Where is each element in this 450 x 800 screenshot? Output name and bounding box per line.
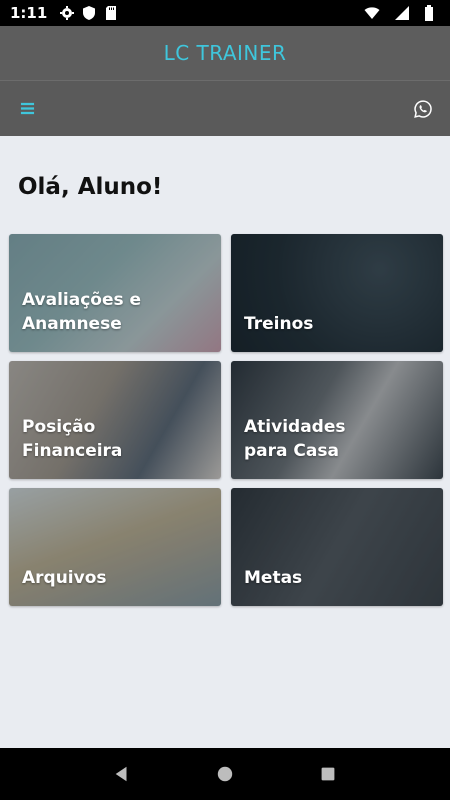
gear-icon — [59, 5, 75, 21]
app-bar: LC TRAINER — [0, 26, 450, 81]
main-content: Olá, Aluno! Avaliações e Anamnese Treino… — [0, 136, 450, 748]
card-label: Posição Financeira — [22, 417, 123, 461]
sd-card-icon — [103, 5, 119, 21]
toolbar — [0, 81, 450, 136]
recents-icon[interactable] — [316, 762, 340, 786]
wifi-icon — [364, 5, 380, 21]
card-metas[interactable]: Metas — [231, 488, 443, 606]
battery-icon — [424, 5, 434, 21]
whatsapp-icon[interactable] — [412, 98, 434, 120]
system-nav-bar — [0, 748, 450, 800]
signal-icon — [394, 5, 410, 21]
home-icon[interactable] — [213, 762, 237, 786]
card-label: Atividades para Casa — [244, 417, 346, 461]
shield-icon — [81, 5, 97, 21]
card-posicao-financeira[interactable]: Posição Financeira — [9, 361, 221, 479]
card-arquivos[interactable]: Arquivos — [9, 488, 221, 606]
card-atividades-para-casa[interactable]: Atividades para Casa — [231, 361, 443, 479]
back-icon[interactable] — [110, 762, 134, 786]
card-treinos[interactable]: Treinos — [231, 234, 443, 352]
status-time: 1:11 — [10, 4, 48, 22]
status-bar: 1:11 — [0, 0, 450, 26]
card-label: Metas — [244, 568, 303, 588]
greeting-heading: Olá, Aluno! — [18, 174, 163, 200]
card-avaliacoes-anamnese[interactable]: Avaliações e Anamnese — [9, 234, 221, 352]
card-label: Arquivos — [22, 568, 107, 588]
card-label: Avaliações e Anamnese — [22, 290, 142, 334]
hamburger-menu-icon[interactable] — [16, 98, 38, 120]
card-label: Treinos — [244, 314, 314, 334]
app-title: LC TRAINER — [163, 41, 287, 65]
